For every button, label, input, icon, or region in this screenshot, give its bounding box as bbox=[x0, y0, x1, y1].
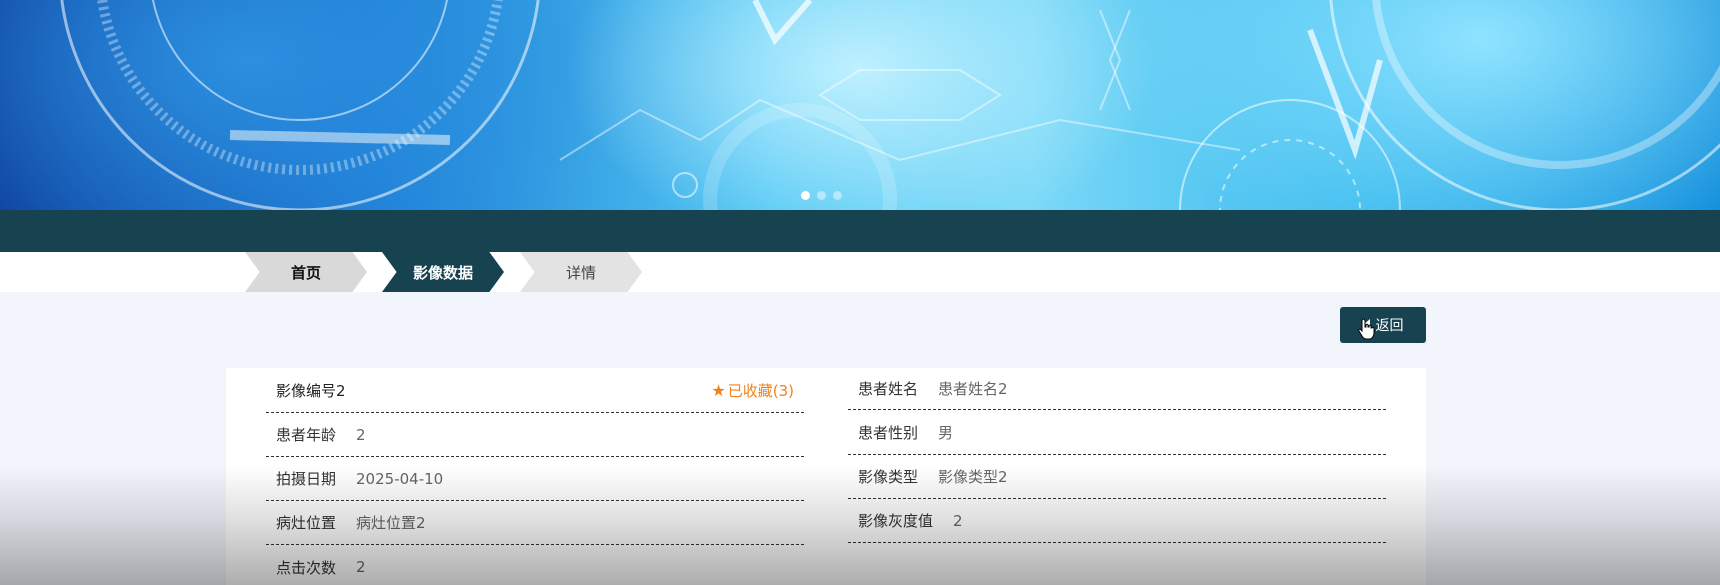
click-count-value: 2 bbox=[356, 558, 366, 576]
image-type-value: 影像类型2 bbox=[938, 468, 1008, 486]
patient-name-value: 患者姓名2 bbox=[938, 380, 1008, 398]
hero-banner bbox=[0, 0, 1720, 210]
detail-row-name: 患者姓名 患者姓名2 bbox=[848, 368, 1386, 410]
hand-cursor-icon bbox=[1358, 318, 1375, 340]
carousel-dot-1[interactable] bbox=[801, 191, 810, 200]
patient-name-label: 患者姓名 bbox=[858, 380, 919, 398]
lesion-location-value: 病灶位置2 bbox=[356, 514, 426, 532]
image-id-title: 影像编号2 bbox=[276, 381, 346, 400]
favorite-toggle[interactable]: ★ 已收藏(3) bbox=[711, 380, 794, 401]
back-button[interactable]: 返回 bbox=[1340, 307, 1426, 343]
lesion-location-label: 病灶位置 bbox=[276, 514, 337, 532]
capture-date-value: 2025-04-10 bbox=[356, 469, 444, 488]
favorite-label: 已收藏(3) bbox=[727, 381, 794, 400]
detail-row-gender: 患者性别 男 bbox=[848, 410, 1386, 455]
image-gray-label: 影像灰度值 bbox=[858, 512, 934, 530]
carousel-dot-2[interactable] bbox=[817, 191, 826, 200]
image-gray-value: 2 bbox=[953, 511, 963, 530]
banner-tech-graphic bbox=[60, 0, 1720, 210]
click-count-label: 点击次数 bbox=[276, 558, 337, 577]
image-type-label: 影像类型 bbox=[858, 468, 919, 486]
detail-row-gray: 影像灰度值 2 bbox=[848, 499, 1386, 543]
nav-bar bbox=[0, 210, 1720, 252]
detail-row-type: 影像类型 影像类型2 bbox=[848, 455, 1386, 499]
breadcrumb-current: 详情 bbox=[520, 252, 642, 292]
detail-row-age: 患者年龄 2 bbox=[266, 413, 804, 457]
detail-card: 影像编号2 ★ 已收藏(3) 患者年龄 2 拍摄日期 2025-04-10 病灶… bbox=[226, 368, 1426, 585]
patient-gender-label: 患者性别 bbox=[858, 423, 919, 442]
breadcrumb-home[interactable]: 首页 bbox=[245, 252, 367, 292]
detail-row-title: 影像编号2 ★ 已收藏(3) bbox=[266, 368, 804, 413]
breadcrumb-section[interactable]: 影像数据 bbox=[382, 252, 504, 292]
detail-row-lesion: 病灶位置 病灶位置2 bbox=[266, 501, 804, 545]
detail-row-clicks: 点击次数 2 bbox=[266, 545, 804, 585]
patient-age-value: 2 bbox=[356, 425, 366, 444]
capture-date-label: 拍摄日期 bbox=[276, 470, 337, 488]
back-button-label: 返回 bbox=[1375, 318, 1404, 334]
carousel-dot-3[interactable] bbox=[833, 191, 842, 200]
detail-row-date: 拍摄日期 2025-04-10 bbox=[266, 457, 804, 501]
patient-age-label: 患者年龄 bbox=[276, 426, 337, 444]
patient-gender-value: 男 bbox=[938, 423, 954, 442]
carousel-indicators bbox=[801, 191, 842, 200]
breadcrumb: 首页 影像数据 详情 bbox=[0, 252, 1720, 292]
star-icon: ★ bbox=[711, 380, 726, 400]
